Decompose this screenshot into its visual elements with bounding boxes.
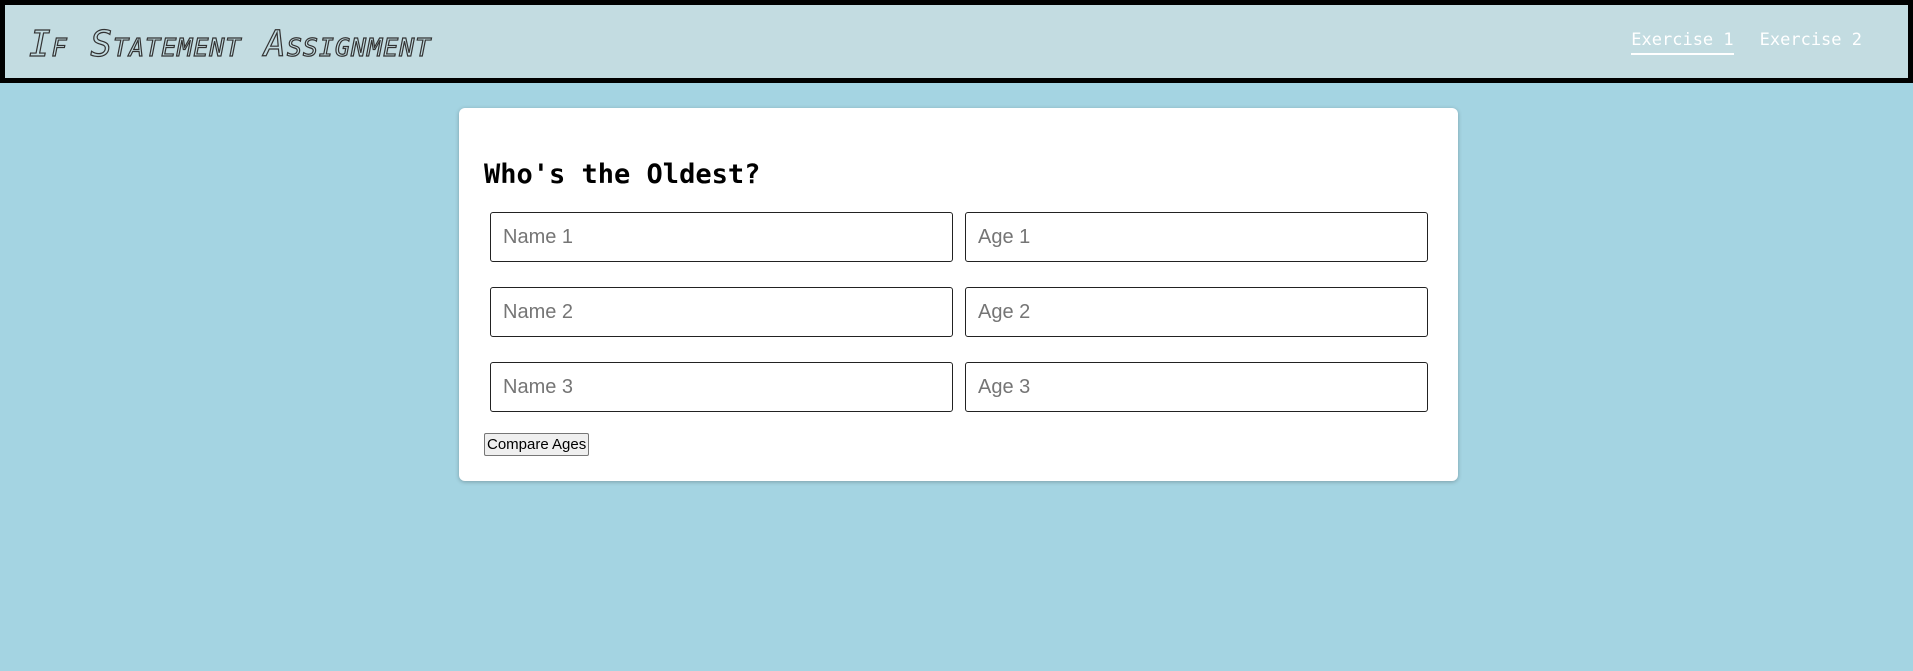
nav-link-exercise-1[interactable]: Exercise 1 [1631,29,1734,55]
site-header: If Statement Assignment Exercise 1 Exerc… [0,0,1913,83]
name-3-input[interactable] [490,362,953,412]
form-title: Who's the Oldest? [484,159,761,190]
main-nav: Exercise 1 Exercise 2 [1631,29,1862,55]
compare-ages-button[interactable]: Compare Ages [484,433,590,456]
name-1-input[interactable] [490,212,953,262]
nav-link-exercise-2[interactable]: Exercise 2 [1760,29,1862,55]
age-1-input[interactable] [965,212,1428,262]
age-3-input[interactable] [965,362,1428,412]
name-2-input[interactable] [490,287,953,337]
site-title: If Statement Assignment [28,23,432,65]
oldest-form-card: Who's the Oldest? Compare Ages [459,108,1458,481]
age-2-input[interactable] [965,287,1428,337]
